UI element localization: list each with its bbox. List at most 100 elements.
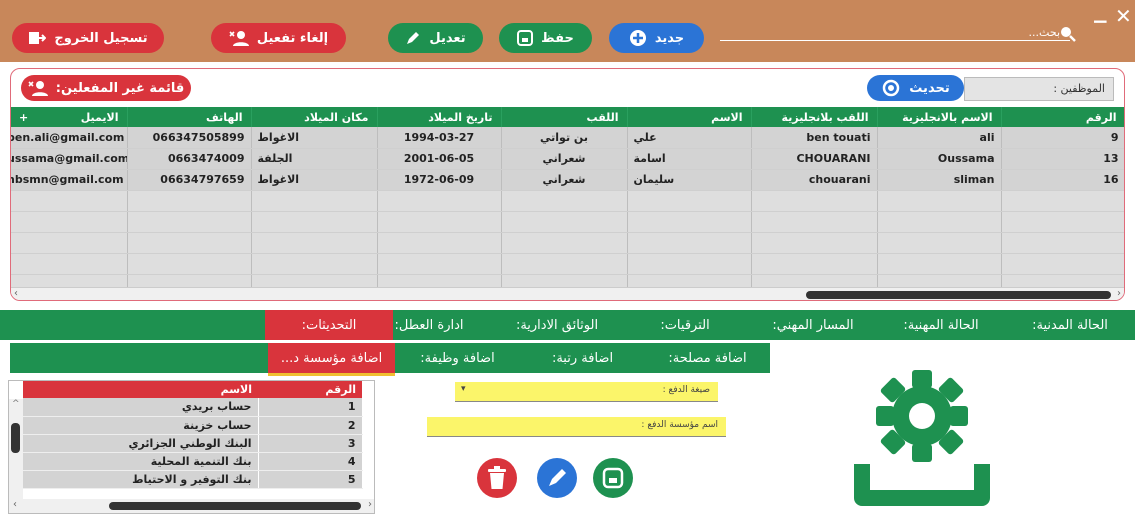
logout-button[interactable]: تسجيل الخروج [12, 23, 164, 53]
table-row[interactable]: بنك التنمية المحلية 4 [23, 452, 363, 471]
scroll-left-icon[interactable]: ‹ [14, 288, 18, 299]
main-tabs: الحالة المدنية: الحالة المهنية: المسار ا… [0, 310, 1135, 340]
close-button[interactable]: ✕ [1115, 4, 1132, 28]
logout-label: تسجيل الخروج [54, 30, 148, 46]
scroll-right-icon[interactable]: › [368, 499, 372, 510]
cell-name: بنك التوفير و الاحتياط [23, 470, 259, 489]
table-row[interactable]: nbsmn@gmail.com 06634797659 الاغواط 1972… [11, 169, 1124, 191]
tab-promotions[interactable]: الترقيات: [621, 310, 749, 340]
tab-career-path[interactable]: المسار المهني: [749, 310, 877, 340]
tab-professional-status[interactable]: الحالة المهنية: [877, 310, 1005, 340]
col-firstname-en[interactable]: الاسم بالانجليزية [877, 107, 1002, 127]
tab-add-institution[interactable]: اضافة مؤسسة د... [268, 343, 395, 376]
col-id[interactable]: الرقم [1001, 107, 1124, 127]
horizontal-scrollbar[interactable]: ‹ › [9, 499, 374, 513]
col-firstname[interactable]: الاسم [627, 107, 752, 127]
cell-lastname-en: ben touati [751, 127, 878, 149]
table-row[interactable]: بنك التوفير و الاحتياط 5 [23, 470, 363, 489]
search-underline [720, 40, 1070, 41]
pencil-icon [407, 32, 420, 44]
save-icon [517, 30, 534, 46]
tab-updates[interactable]: التحديثات: [265, 310, 393, 340]
col-phone[interactable]: الهاتف [127, 107, 252, 127]
employees-label: الموظفين : [964, 77, 1114, 101]
dropdown-arrow-icon[interactable]: ▾ [461, 384, 466, 394]
minimize-button[interactable]: − [1092, 9, 1109, 33]
cell-number: 1 [258, 398, 363, 417]
deactivate-label: إلغاء تفعيل [256, 30, 329, 46]
employees-grid: الايميل + الهاتف مكان الميلاد تاريخ المي… [11, 107, 1124, 300]
delete-button[interactable] [477, 458, 517, 498]
tab-civil-status[interactable]: الحالة المدنية: [1005, 310, 1135, 340]
user-remove-icon [28, 81, 48, 96]
search-input[interactable]: بحث... [990, 26, 1060, 39]
user-remove-icon [229, 31, 249, 46]
scrollbar-thumb[interactable] [806, 291, 1111, 299]
deactivate-button[interactable]: إلغاء تفعيل [211, 23, 346, 53]
cell-number: 2 [258, 416, 363, 435]
logout-icon [29, 32, 47, 44]
empty-row [11, 253, 1124, 275]
tab-admin-documents[interactable]: الوثائق الادارية: [493, 310, 621, 340]
col-lastname[interactable]: اللقب [501, 107, 628, 127]
payment-institution-field[interactable]: اسم مؤسسة الدفع : [427, 417, 726, 437]
col-lastname-en[interactable]: اللقب بلانجليزية [751, 107, 878, 127]
tab-add-rank[interactable]: اضافة رتبة: [520, 343, 645, 373]
payment-method-label: صيغة الدفع : [662, 385, 710, 395]
cell-phone: 06634797659 [127, 169, 252, 191]
edit-label: تعديل [429, 30, 466, 46]
col-birthplace[interactable]: مكان الميلاد [251, 107, 378, 127]
table-row[interactable]: حساب بريدي 1 [23, 398, 363, 417]
table-row[interactable]: حساب خزينة 2 [23, 416, 363, 435]
scrollbar-thumb[interactable] [109, 502, 361, 510]
scroll-up-icon[interactable]: ^ [12, 399, 20, 409]
col-birthdate[interactable]: تاريخ الميلاد [377, 107, 502, 127]
cell-phone: 0663474009 [127, 148, 252, 170]
edit-item-button[interactable] [537, 458, 577, 498]
institutions-table: الاسم الرقم حساب بريدي 1 حساب خزينة 2 البن… [23, 381, 363, 489]
inactive-list-button[interactable]: قائمة غير المفعلين: [21, 75, 191, 101]
cell-lastname-en: chouarani [751, 169, 878, 191]
cell-phone: 066347505899 [127, 127, 252, 149]
cell-birthdate: 2001-06-05 [377, 148, 502, 170]
horizontal-scrollbar[interactable]: ‹ › [11, 287, 1124, 300]
scroll-right-icon[interactable]: › [1117, 288, 1121, 299]
employees-table: الايميل + الهاتف مكان الميلاد تاريخ المي… [11, 107, 1124, 296]
col-number[interactable]: الرقم [258, 381, 362, 398]
cell-firstname: علي [627, 127, 752, 149]
save-label: حفظ [541, 30, 574, 46]
payment-method-select[interactable]: صيغة الدفع : ▾ [455, 382, 718, 402]
vertical-scrollbar[interactable]: ^ [9, 399, 23, 499]
new-button[interactable]: جديد [609, 23, 704, 53]
save-button[interactable]: حفظ [499, 23, 592, 53]
save-item-button[interactable] [593, 458, 633, 498]
table-row[interactable]: ussama@gmail.com 0663474009 الجلفة 2001-… [11, 148, 1124, 170]
empty-row [11, 232, 1124, 254]
cell-email: nbsmn@gmail.com [11, 169, 128, 191]
add-column-icon[interactable]: + [19, 111, 28, 124]
pencil-icon [549, 469, 566, 486]
cell-name: بنك التنمية المحلية [23, 452, 259, 471]
cell-firstname: سليمان [627, 169, 752, 191]
refresh-button[interactable]: تحديث [867, 75, 964, 101]
top-toolbar: تسجيل الخروج إلغاء تفعيل تعديل حفظ جديد … [0, 0, 1135, 62]
refresh-label: تحديث [909, 80, 950, 96]
col-email-label: الايميل [80, 110, 119, 124]
table-row[interactable]: البنك الوطني الجزائري 3 [23, 434, 363, 453]
table-header-row: الايميل + الهاتف مكان الميلاد تاريخ المي… [11, 107, 1124, 127]
col-email[interactable]: الايميل + [11, 107, 128, 127]
empty-row [11, 190, 1124, 212]
cell-birthdate: 1994-03-27 [377, 127, 502, 149]
table-row[interactable]: ben.ali@gmail.com 066347505899 الاغواط 1… [11, 127, 1124, 149]
scroll-left-icon[interactable]: ‹ [13, 499, 17, 510]
cell-birthplace: الاغواط [251, 169, 378, 191]
edit-button[interactable]: تعديل [388, 23, 483, 53]
tab-add-department[interactable]: اضافة مصلحة: [645, 343, 770, 373]
cell-number: 3 [258, 434, 363, 453]
scrollbar-thumb[interactable] [11, 423, 20, 453]
cell-name: حساب بريدي [23, 398, 259, 417]
cell-birthplace: الجلفة [251, 148, 378, 170]
col-name[interactable]: الاسم [23, 381, 258, 398]
tab-add-job[interactable]: اضافة وظيفة: [395, 343, 520, 373]
search-icon [1061, 27, 1076, 42]
